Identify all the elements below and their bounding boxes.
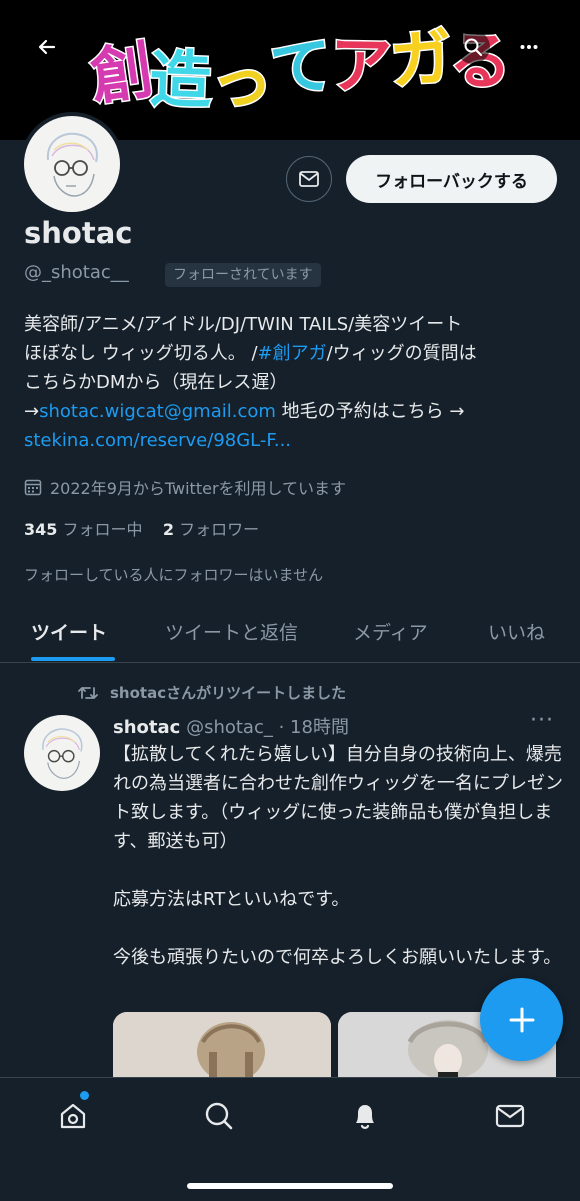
email-link[interactable]: shotac.wigcat@gmail.com <box>39 401 276 422</box>
nav-messages[interactable] <box>490 1096 530 1136</box>
back-button[interactable] <box>30 30 64 64</box>
search-nav-icon <box>205 1102 233 1130</box>
mail-icon <box>299 171 319 187</box>
retweet-icon <box>78 686 98 699</box>
nav-home[interactable] <box>53 1096 93 1136</box>
tab-tweets[interactable]: ツイート <box>31 618 107 645</box>
follow-stats: 345 フォロー中 2 フォロワー <box>24 516 259 540</box>
following-label: フォロー中 <box>62 520 143 539</box>
tweet-media-image[interactable] <box>113 1012 331 1078</box>
profile-avatar-frame <box>20 112 124 216</box>
compose-tweet-button[interactable] <box>480 978 563 1061</box>
nav-search[interactable] <box>199 1096 239 1136</box>
join-date-text: 2022年9月からTwitterを利用しています <box>50 479 347 498</box>
user-handle: @_shotac__ <box>24 262 129 283</box>
more-button[interactable] <box>512 30 546 64</box>
banner-logo: 創 造 っ て ア ガ る <box>38 0 562 127</box>
mutual-followers-note: フォローしている人にフォロワーはいません <box>24 566 324 584</box>
tweet-author-handle: @shotac_ <box>186 717 273 738</box>
tweet-header: shotac @shotac_ · 18時間 <box>113 713 349 739</box>
tweet-time: · 18時間 <box>278 717 349 738</box>
bio-arrow: → <box>24 401 40 422</box>
avatar[interactable] <box>24 116 120 212</box>
tweet-avatar[interactable] <box>24 715 100 791</box>
bell-icon <box>356 1105 374 1129</box>
tab-media[interactable]: メディア <box>353 618 428 645</box>
back-arrow-icon <box>38 39 56 55</box>
tab-tweets-and-replies[interactable]: ツイートと返信 <box>165 618 298 645</box>
retweet-context-text: shotacさんがリツイートしました <box>110 684 347 702</box>
wig-photo <box>113 1012 331 1078</box>
more-icon <box>520 45 538 49</box>
avatar-illustration <box>42 728 83 779</box>
followers-link[interactable]: 2 フォロワー <box>163 520 259 539</box>
search-icon <box>464 38 483 57</box>
followers-count: 2 <box>162 520 174 539</box>
display-name: shotac <box>24 216 133 250</box>
active-tab-indicator <box>31 657 115 661</box>
home-icon <box>60 1103 86 1129</box>
retweet-context: shotacさんがリツイートしました <box>78 682 346 703</box>
join-date: 2022年9月からTwitterを利用しています <box>24 475 346 499</box>
nav-notifications[interactable] <box>345 1096 385 1136</box>
calendar-icon <box>24 479 42 496</box>
message-button[interactable] <box>286 156 332 202</box>
tweet-paragraph: 今後も頑張りたいので何卒よろしくお願いいたします。 <box>113 947 562 968</box>
bio-text: ほぼなし ウィッグ切る人。 / <box>24 343 258 364</box>
banner-glyph: っ <box>208 43 274 121</box>
tab-likes[interactable]: いいね <box>488 618 545 645</box>
tweet-paragraph: 応募方法はRTといいねです。 <box>113 889 350 910</box>
bio-line: こちらかDMから（現在レス遅） <box>24 372 288 393</box>
tweet-more-icon[interactable]: ··· <box>530 708 554 733</box>
banner-glyph: 造 <box>147 41 213 119</box>
banner-glyph: ア <box>328 27 392 104</box>
follow-back-button[interactable]: フォローバックする <box>346 155 557 203</box>
banner-glyph: ガ <box>386 19 455 100</box>
search-button[interactable] <box>456 30 490 64</box>
following-link[interactable]: 345 フォロー中 <box>24 520 143 539</box>
home-indicator <box>187 1183 393 1189</box>
following-count: 345 <box>24 520 58 539</box>
followers-label: フォロワー <box>179 520 260 539</box>
plus-icon <box>509 1007 534 1032</box>
avatar-illustration <box>46 132 98 197</box>
unread-indicator <box>80 1091 89 1100</box>
follows-you-badge: フォローされています <box>165 263 321 287</box>
bio-text: /ウィッグの質問は <box>326 343 477 364</box>
bio-text: 地毛の予約はこちら → <box>275 401 465 422</box>
mail-nav-icon <box>495 1104 525 1128</box>
tweet-author-name[interactable]: shotac <box>113 717 180 738</box>
bio-line: →shotac.wigcat@gmail.com 地毛の予約はこちら → <box>24 397 564 426</box>
banner-glyph: て <box>265 27 335 109</box>
bio-line: ほぼなし ウィッグ切る人。 /#創アガ/ウィッグの質問は <box>24 339 564 368</box>
tweet-paragraph: 【拡散してくれたら嬉しい】自分自身の技術向上、爆売れの為当選者に合わせた創作ウィ… <box>113 744 563 852</box>
profile-bio: 美容師/アニメ/アイドル/DJ/TWIN TAILS/美容ツイート ほぼなし ウ… <box>24 310 564 455</box>
hashtag-link[interactable]: #創アガ <box>258 343 327 364</box>
banner-glyph: 創 <box>85 32 158 116</box>
tweet-body: 【拡散してくれたら嬉しい】自分自身の技術向上、爆売れの為当選者に合わせた創作ウィ… <box>113 740 565 972</box>
website-link[interactable]: stekina.com/reserve/98GL-F... <box>24 426 564 455</box>
profile-tabs: ツイート ツイートと返信 メディア いいね <box>0 600 580 663</box>
bio-line: 美容師/アニメ/アイドル/DJ/TWIN TAILS/美容ツイート <box>24 314 463 335</box>
